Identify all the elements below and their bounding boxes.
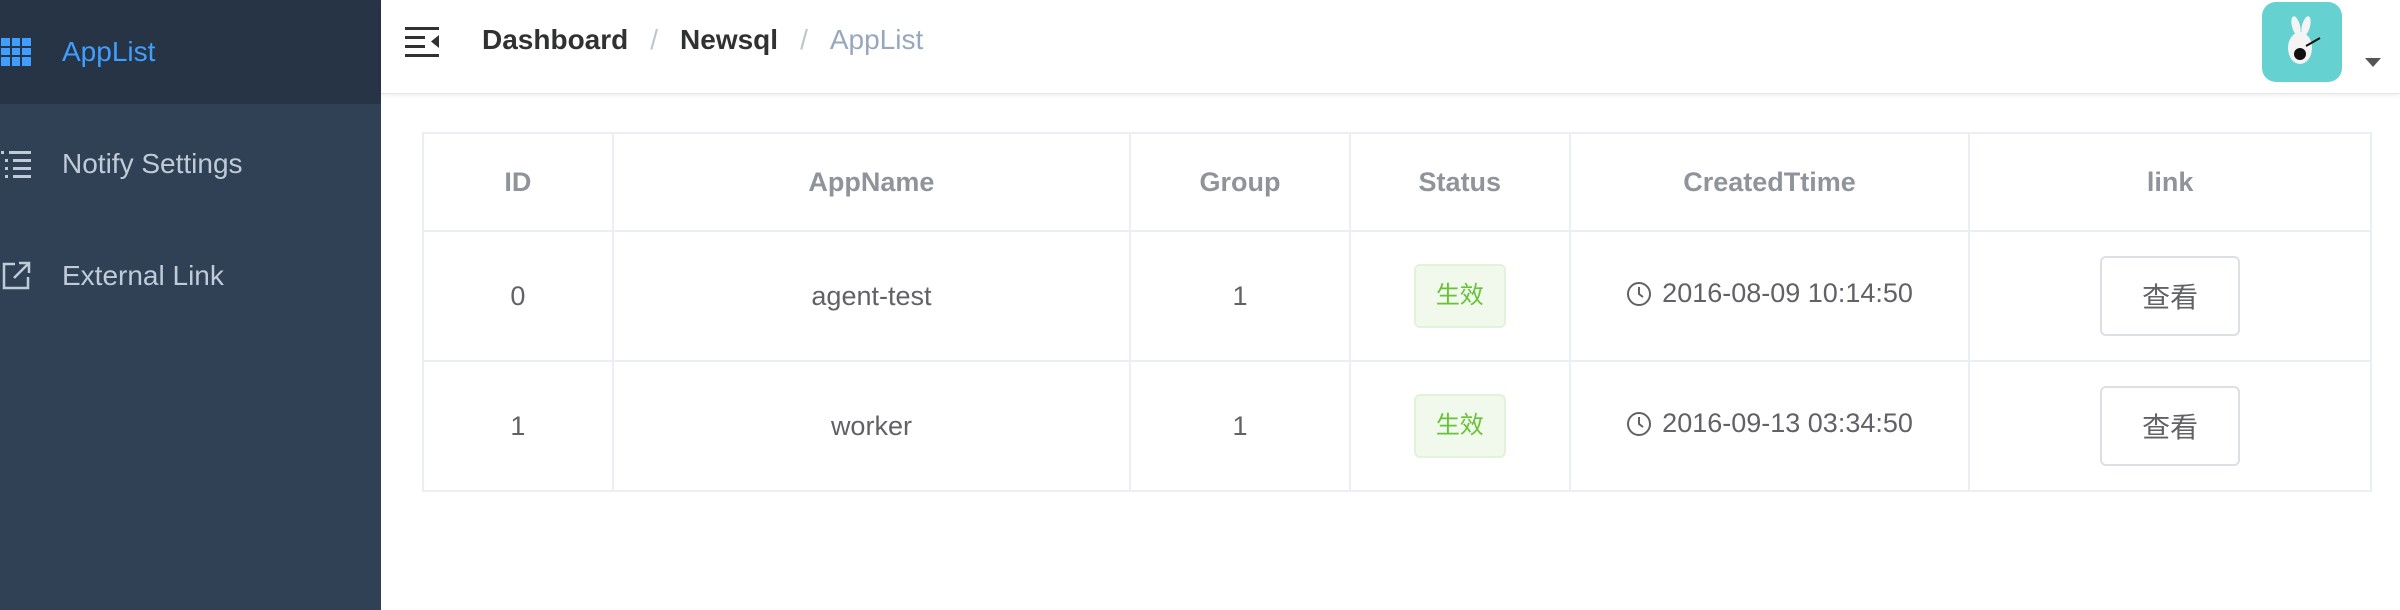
column-header-group: Group xyxy=(1129,132,1351,232)
app-table: ID AppName Group Status CreatedTtime lin… xyxy=(422,132,2372,492)
table-header-row: ID AppName Group Status CreatedTtime lin… xyxy=(422,132,2372,232)
breadcrumb-separator: / xyxy=(800,24,808,55)
cell-group: 1 xyxy=(1129,360,1351,492)
column-header-created-time: CreatedTtime xyxy=(1568,132,1971,232)
table-icon xyxy=(0,36,32,68)
breadcrumb-separator: / xyxy=(650,24,659,55)
created-time-text: 2016-09-13 03:34:50 xyxy=(1662,408,1913,439)
column-header-appname: AppName xyxy=(611,132,1132,232)
sidebar-item-external-link[interactable]: External Link xyxy=(0,224,381,328)
sidebar-item-label: AppList xyxy=(62,36,156,67)
breadcrumb: Dashboard / Newsql / AppList xyxy=(482,24,923,56)
sidebar: AppList Notify Settings External Link xyxy=(0,0,381,610)
cell-status: 生效 xyxy=(1348,360,1571,492)
cell-created-time: 2016-09-13 03:34:50 xyxy=(1568,360,1971,492)
table-row: 0 agent-test 1 生效 2016-08-09 10:14:50 查看 xyxy=(422,230,2372,362)
breadcrumb-item-applist: AppList xyxy=(829,24,924,55)
cell-status: 生效 xyxy=(1348,230,1571,362)
view-button[interactable]: 查看 xyxy=(2100,256,2241,336)
column-header-status: Status xyxy=(1348,132,1571,232)
clock-icon xyxy=(1627,281,1652,306)
navbar: Dashboard / Newsql / AppList xyxy=(381,0,2400,94)
column-header-link: link xyxy=(1968,132,2372,232)
hamburger-icon[interactable] xyxy=(405,25,445,61)
table-row: 1 worker 1 生效 2016-09-13 03:34:50 查看 xyxy=(422,360,2372,492)
cell-link: 查看 xyxy=(1968,230,2372,362)
user-avatar[interactable] xyxy=(2262,2,2342,82)
cell-group: 1 xyxy=(1129,230,1351,362)
sidebar-item-notify-settings[interactable]: Notify Settings xyxy=(0,112,381,216)
cell-app-name: agent-test xyxy=(611,230,1132,362)
cell-id: 1 xyxy=(422,360,614,492)
status-badge: 生效 xyxy=(1413,264,1506,328)
breadcrumb-item-newsql[interactable]: Newsql xyxy=(680,24,778,56)
view-button[interactable]: 查看 xyxy=(2100,386,2241,466)
status-badge: 生效 xyxy=(1413,394,1506,458)
caret-down-icon[interactable] xyxy=(2365,58,2381,67)
sidebar-item-label: Notify Settings xyxy=(62,148,243,179)
clock-icon xyxy=(1627,411,1652,436)
list-icon xyxy=(0,148,32,180)
external-link-icon xyxy=(0,260,32,292)
cell-link: 查看 xyxy=(1968,360,2372,492)
breadcrumb-item-dashboard[interactable]: Dashboard xyxy=(482,24,628,56)
cell-app-name: worker xyxy=(611,360,1132,492)
column-header-id: ID xyxy=(422,132,614,232)
created-time-text: 2016-08-09 10:14:50 xyxy=(1662,278,1913,309)
sidebar-item-label: External Link xyxy=(62,260,224,291)
cell-created-time: 2016-08-09 10:14:50 xyxy=(1568,230,1971,362)
sidebar-item-applist[interactable]: AppList xyxy=(0,0,381,104)
cell-id: 0 xyxy=(422,230,614,362)
